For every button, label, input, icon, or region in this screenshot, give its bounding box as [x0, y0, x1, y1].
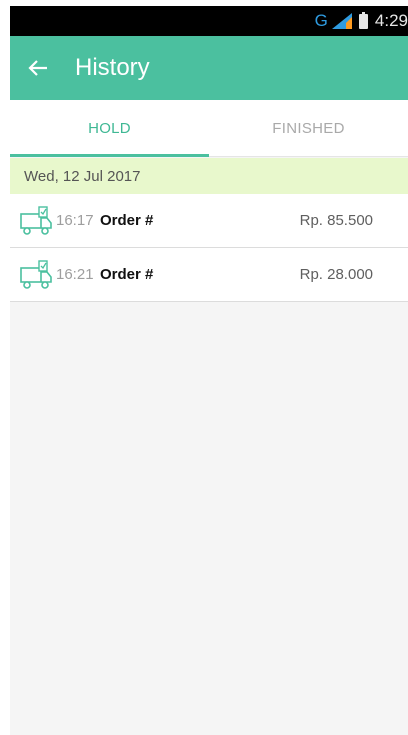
status-time: 4:29: [374, 11, 408, 30]
network-type-icon: G: [314, 11, 328, 30]
tab-bar: HOLD FINISHED: [10, 100, 408, 157]
tab-hold[interactable]: HOLD: [10, 100, 209, 157]
order-label: Order #: [100, 266, 154, 283]
order-list-item[interactable]: 16:17 Order # Rp. 85.500: [10, 194, 408, 248]
order-amount: Rp. 28.000: [299, 266, 373, 283]
order-time: 16:21: [56, 266, 94, 283]
screen: G 4:29 History HOLD FINISHED Wed, 12 Jul…: [10, 6, 408, 735]
back-button[interactable]: [24, 54, 52, 82]
order-amount: Rp. 85.500: [299, 212, 373, 229]
status-icons: G 4:29: [315, 6, 408, 36]
tab-finished[interactable]: FINISHED: [209, 100, 408, 156]
arrow-left-icon: [28, 60, 47, 76]
page-title: History: [75, 54, 150, 81]
delivery-truck-icon: [20, 260, 52, 289]
app-bar: History: [10, 36, 408, 100]
battery-icon: [358, 11, 368, 29]
delivery-truck-icon: [20, 206, 52, 235]
status-bar: G 4:29: [10, 6, 408, 36]
order-list: 16:17 Order # Rp. 85.500 16:21 Order # R…: [10, 194, 408, 302]
order-list-item[interactable]: 16:21 Order # Rp. 28.000: [10, 248, 408, 302]
order-time: 16:17: [56, 212, 94, 229]
signal-icon: [331, 13, 352, 29]
date-group-header: Wed, 12 Jul 2017: [10, 158, 408, 194]
order-label: Order #: [100, 212, 154, 229]
